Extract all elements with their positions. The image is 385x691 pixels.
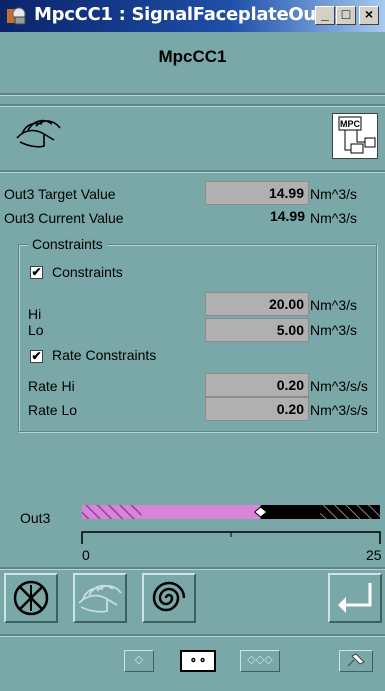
scale-max-label: 25 bbox=[366, 547, 382, 563]
bar-above-hi-zone bbox=[320, 505, 380, 519]
lo-label: Lo bbox=[28, 322, 44, 338]
hand-icon bbox=[78, 584, 122, 613]
mode-row-top-border bbox=[0, 104, 385, 107]
auto-mode-button[interactable] bbox=[142, 573, 196, 623]
mpc-icon[interactable]: MPC bbox=[332, 113, 378, 159]
rate-constraints-checkbox[interactable]: ✔ bbox=[30, 350, 43, 363]
stop-button[interactable] bbox=[4, 573, 58, 623]
view2-button[interactable]: ⚬⚬ bbox=[180, 650, 216, 672]
bar-fill bbox=[141, 505, 261, 519]
rate-hi-value-unit: Nm^3/s/s bbox=[310, 378, 368, 394]
faceplate-window: MpcCC1 : SignalFaceplateOut3 _ □ × MpcCC… bbox=[0, 0, 385, 691]
maximize-button[interactable]: □ bbox=[336, 6, 356, 25]
bar-below-lo-zone bbox=[82, 505, 142, 519]
bar-label: Out3 bbox=[20, 510, 51, 526]
target-value-unit: Nm^3/s bbox=[310, 186, 358, 202]
stop-icon bbox=[13, 580, 49, 616]
constraints-checkbox[interactable]: ✔ bbox=[30, 266, 43, 279]
range-bar-graph bbox=[81, 505, 381, 544]
svg-text:MPC: MPC bbox=[340, 119, 361, 129]
action-row-divider bbox=[0, 567, 385, 570]
hi-value-field[interactable]: 20.00 bbox=[205, 292, 309, 316]
enter-icon bbox=[338, 583, 372, 613]
minimize-button[interactable]: _ bbox=[315, 6, 335, 25]
scale-min-label: 0 bbox=[82, 547, 90, 563]
spiral-icon bbox=[152, 581, 186, 612]
view-row-divider bbox=[0, 634, 385, 637]
constraints-checkbox-label: Constraints bbox=[52, 264, 123, 280]
app-icon bbox=[7, 7, 26, 25]
manual-mode-button[interactable] bbox=[73, 573, 127, 623]
pin-icon bbox=[347, 653, 365, 667]
target-value-field[interactable]: 14.99 bbox=[205, 181, 309, 205]
hi-value-unit: Nm^3/s bbox=[310, 297, 358, 313]
mode-row-bottom-border bbox=[0, 170, 385, 173]
current-value-readout: 14.99 bbox=[269, 208, 305, 224]
hi-label: Hi bbox=[28, 306, 42, 322]
hand-icon bbox=[16, 119, 61, 148]
rate-lo-label: Rate Lo bbox=[28, 402, 78, 418]
enter-button[interactable] bbox=[328, 573, 382, 623]
constraints-group-title: Constraints bbox=[28, 236, 107, 252]
rate-lo-value-field[interactable]: 0.20 bbox=[205, 397, 309, 421]
faceplate-name: MpcCC1 bbox=[158, 47, 227, 66]
view3-button[interactable]: ◇◇◇ bbox=[240, 650, 280, 672]
rate-constraints-checkbox-label: Rate Constraints bbox=[52, 347, 157, 363]
rate-hi-label: Rate Hi bbox=[28, 378, 75, 394]
lo-value-unit: Nm^3/s bbox=[310, 322, 358, 338]
bar-scale bbox=[81, 531, 381, 544]
rate-lo-value-unit: Nm^3/s/s bbox=[310, 402, 368, 418]
target-value-label: Out3 Target Value bbox=[4, 186, 116, 202]
bar-dark-zone bbox=[260, 505, 321, 519]
window-title: MpcCC1 : SignalFaceplateOut3 bbox=[34, 4, 337, 25]
current-value-label: Out3 Current Value bbox=[4, 210, 124, 226]
close-button[interactable]: × bbox=[359, 6, 379, 25]
lo-value-field[interactable]: 5.00 bbox=[205, 318, 309, 342]
header-divider bbox=[0, 93, 385, 96]
pin-button[interactable] bbox=[339, 650, 373, 672]
current-value-unit: Nm^3/s bbox=[310, 210, 358, 226]
view1-button[interactable]: ◇ bbox=[124, 650, 154, 672]
rate-hi-value-field[interactable]: 0.20 bbox=[205, 373, 309, 397]
